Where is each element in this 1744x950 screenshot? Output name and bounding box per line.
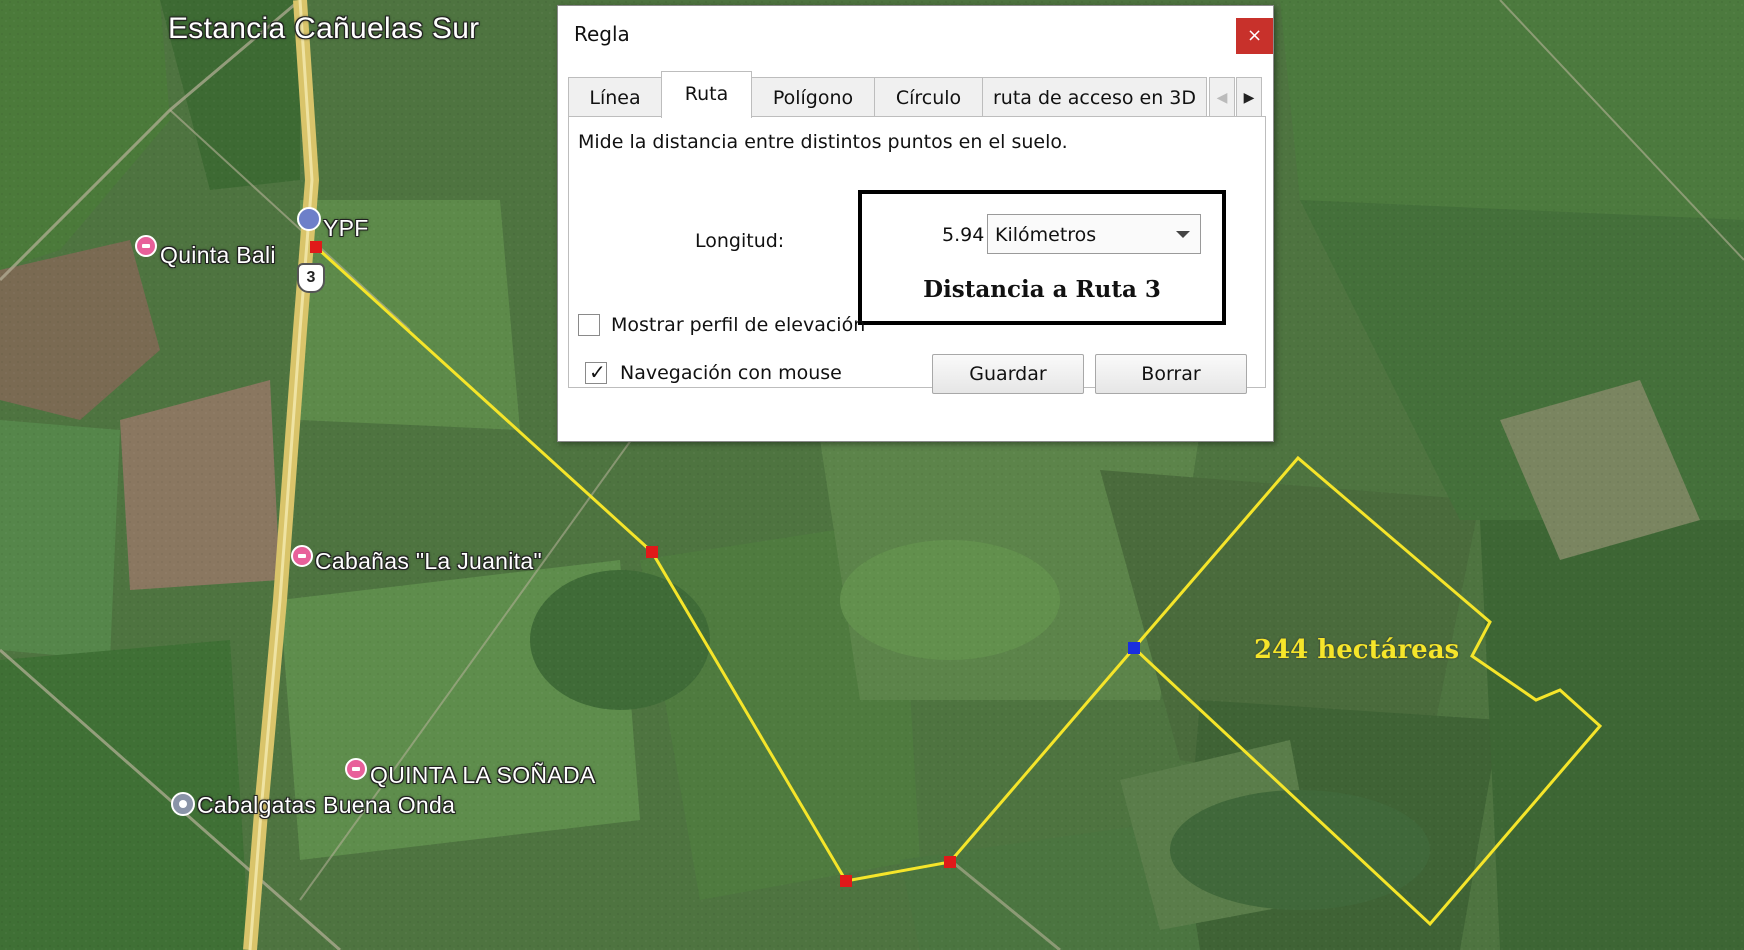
place-label-quinta-sonada[interactable]: QUINTA LA SOÑADA (370, 762, 596, 789)
dialog-title: Regla (574, 22, 630, 46)
lodging-icon[interactable] (345, 758, 367, 780)
dialog-titlebar[interactable]: Regla × (558, 6, 1273, 64)
ruta-panel: Mide la distancia entre distintos puntos… (568, 116, 1266, 388)
elevation-label[interactable]: Mostrar perfil de elevación (611, 314, 865, 336)
ruler-dialog: Regla × Línea Ruta Polígono Círculo ruta… (557, 5, 1274, 442)
tab-ruta-3d[interactable]: ruta de acceso en 3D (982, 77, 1207, 117)
chevron-down-icon (1176, 231, 1190, 238)
path-vertex-end[interactable] (1128, 642, 1140, 654)
description-text: Mide la distancia entre distintos puntos… (578, 131, 1068, 153)
lodging-icon[interactable] (291, 545, 313, 567)
map-title: Estancia Cañuelas Sur (168, 12, 480, 45)
path-vertex[interactable] (646, 546, 658, 558)
elevation-checkbox[interactable] (578, 314, 600, 336)
tab-scroll-left-icon[interactable]: ◀ (1209, 77, 1235, 117)
tab-circulo[interactable]: Círculo (874, 77, 983, 117)
gas-station-icon[interactable] (297, 207, 321, 231)
path-vertex[interactable] (840, 875, 852, 887)
place-label-ypf[interactable]: YPF (323, 215, 369, 242)
tab-poligono[interactable]: Polígono (751, 77, 875, 117)
tab-ruta[interactable]: Ruta (661, 71, 752, 118)
route-shield-icon: 3 (297, 263, 325, 293)
place-label-cabanas[interactable]: Cabañas "La Juanita" (315, 548, 542, 575)
length-value: 5.94 (942, 224, 985, 246)
area-annotation: 244 hectáreas (1254, 635, 1460, 665)
mouse-nav-checkbox[interactable]: ✓ (585, 360, 607, 384)
tab-linea[interactable]: Línea (568, 77, 662, 117)
path-vertex[interactable] (944, 856, 956, 868)
lodging-icon[interactable] (135, 235, 157, 257)
path-vertex[interactable] (310, 241, 322, 253)
annotation-box: 5.94 Kilómetros Distancia a Ruta 3 (858, 190, 1226, 325)
tab-bar: Línea Ruta Polígono Círculo ruta de acce… (568, 71, 1268, 118)
close-button[interactable]: × (1236, 18, 1273, 54)
place-icon[interactable] (171, 792, 195, 816)
save-button[interactable]: Guardar (932, 354, 1084, 394)
place-label-cabalgatas[interactable]: Cabalgatas Buena Onda (197, 792, 455, 819)
annotation-text: Distancia a Ruta 3 (923, 276, 1161, 303)
unit-select[interactable]: Kilómetros (987, 214, 1201, 254)
mouse-nav-label[interactable]: Navegación con mouse (620, 362, 842, 384)
place-label-quinta-bali[interactable]: Quinta Bali (160, 242, 276, 269)
length-label: Longitud: (695, 230, 785, 252)
unit-select-value: Kilómetros (995, 224, 1097, 246)
checkmark-icon: ✓ (589, 360, 606, 384)
tab-scroll-right-icon[interactable]: ▶ (1236, 77, 1262, 117)
clear-button[interactable]: Borrar (1095, 354, 1247, 394)
